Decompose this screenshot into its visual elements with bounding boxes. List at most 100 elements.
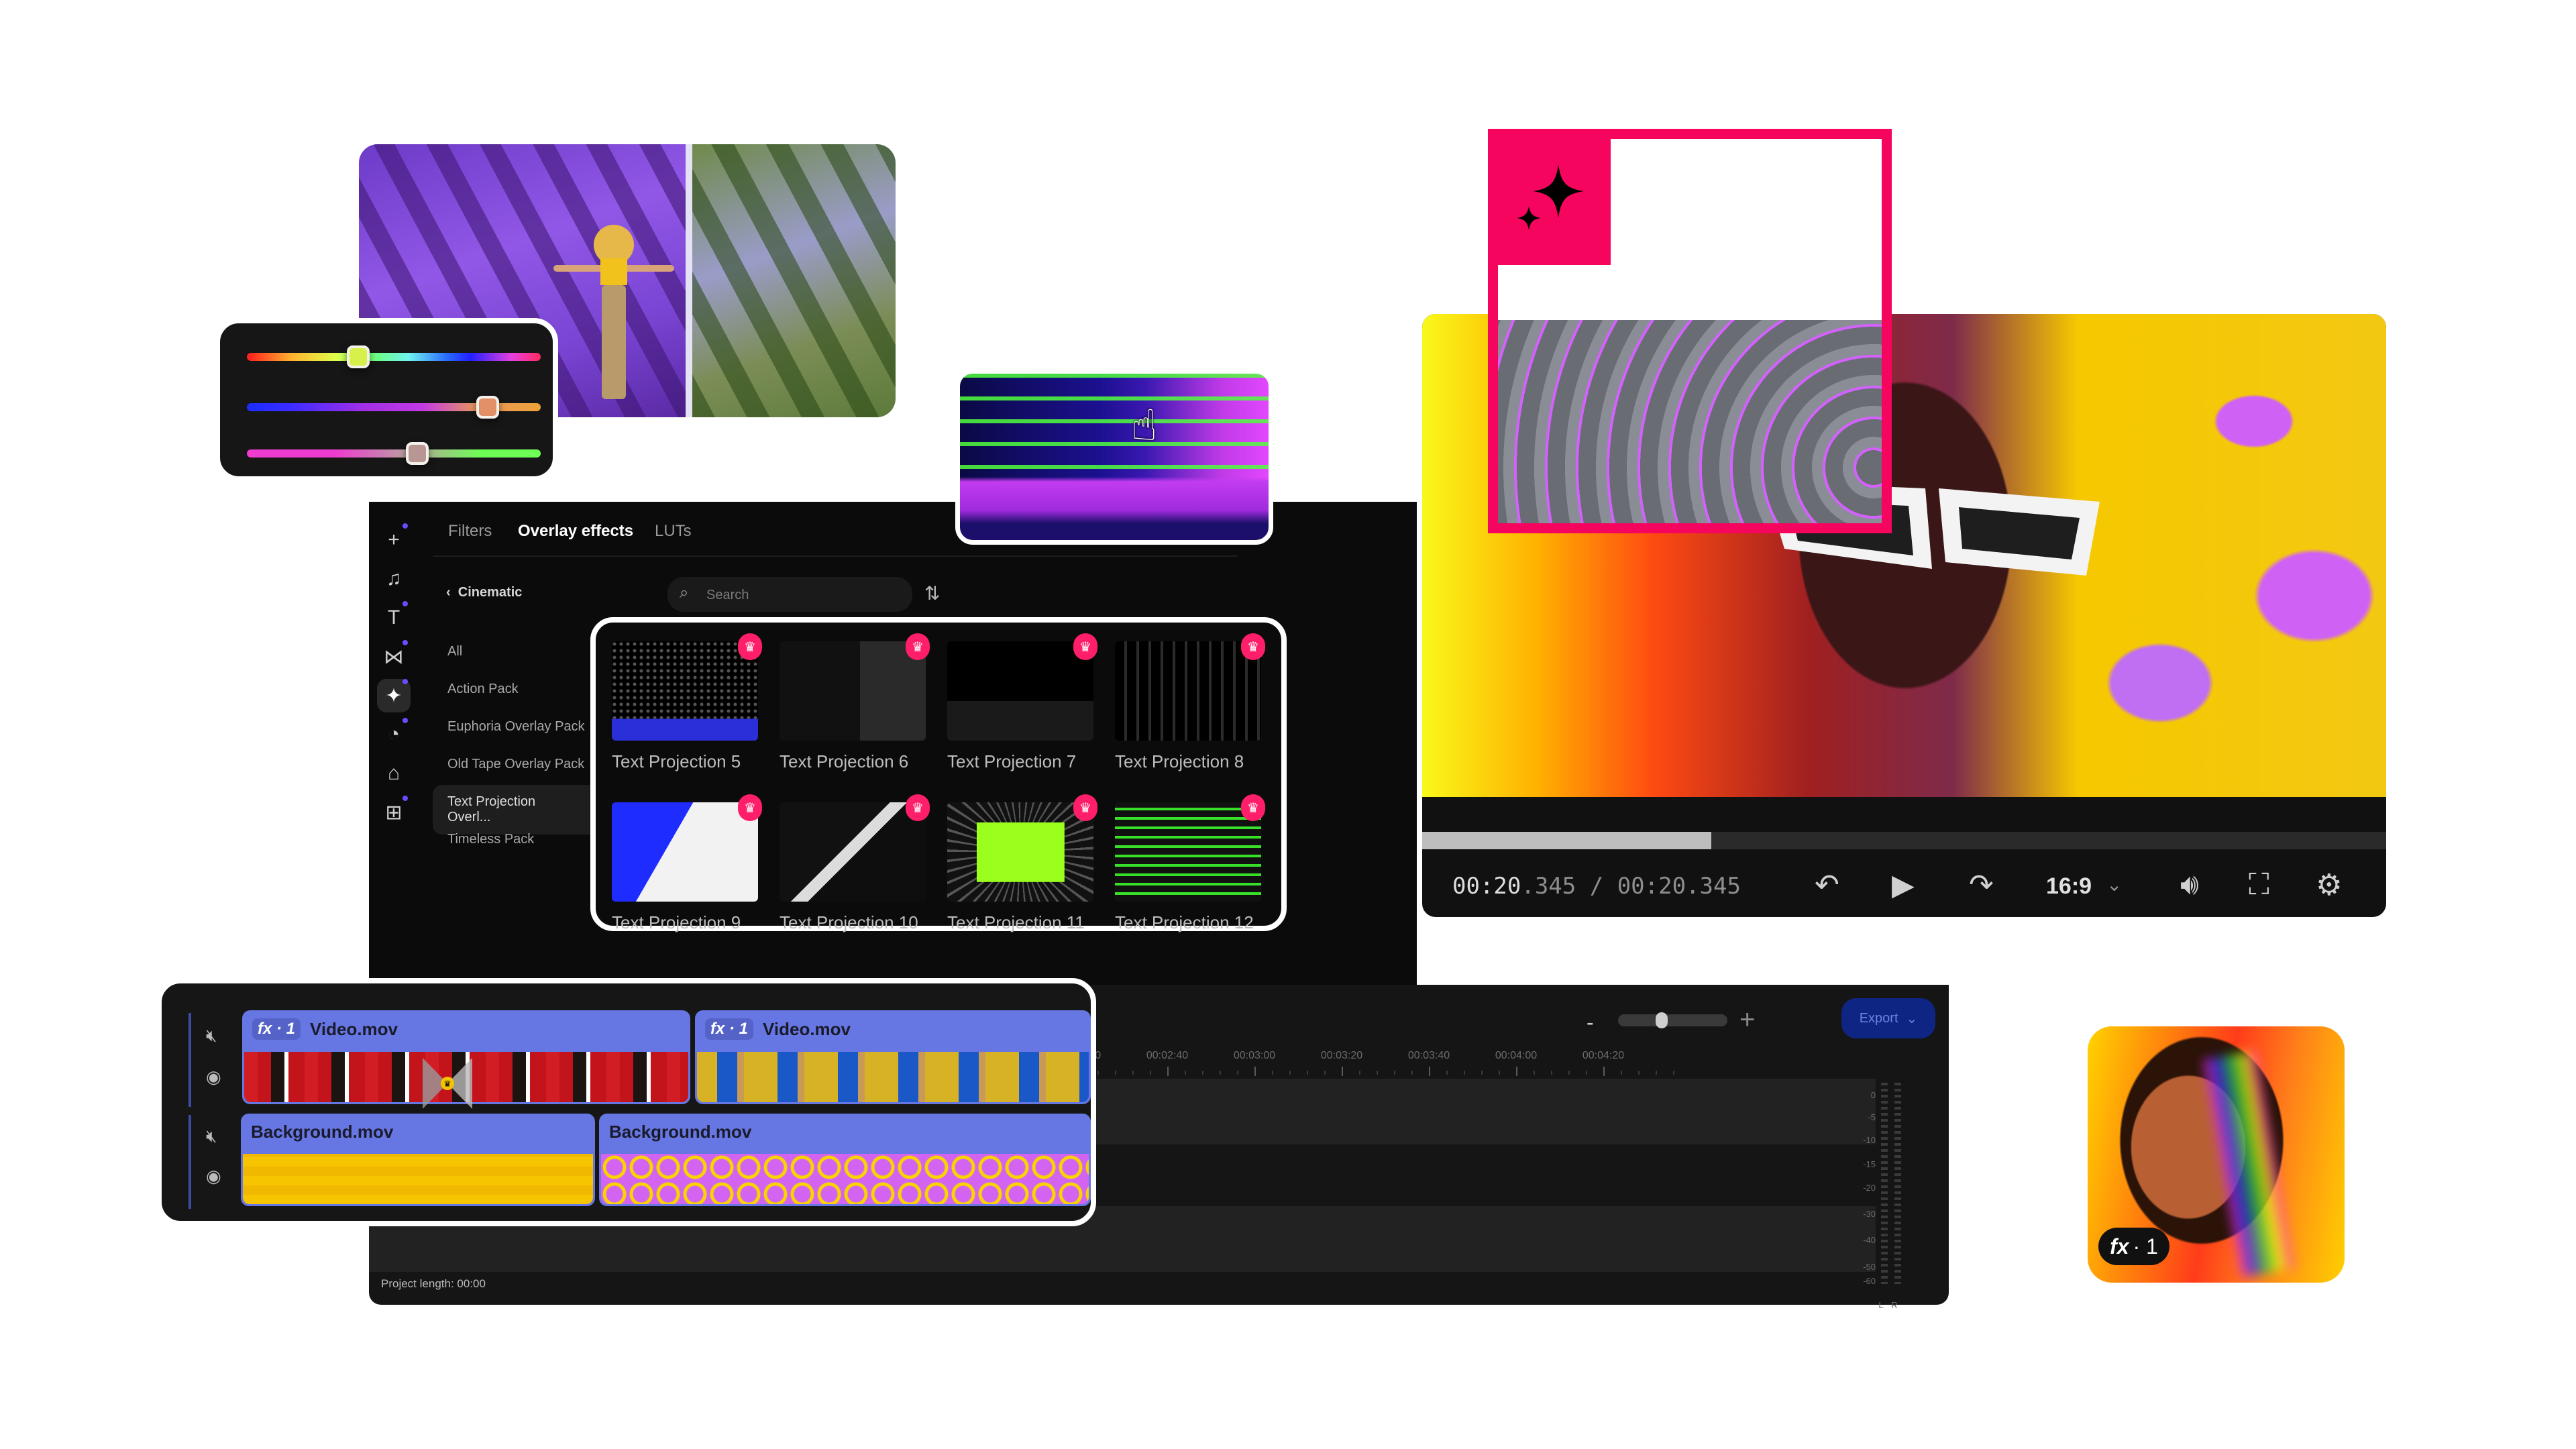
compare-divider[interactable] bbox=[686, 144, 692, 417]
rewind-1s-button[interactable]: ↶ bbox=[1815, 868, 1839, 902]
ruler-tick-minor bbox=[1568, 1071, 1570, 1075]
tab-filters[interactable]: Filters bbox=[448, 522, 492, 541]
category-item[interactable]: Action Pack bbox=[447, 682, 519, 697]
fx-preview-tile[interactable]: fx · 1 bbox=[2088, 1026, 2345, 1283]
notification-dot bbox=[402, 601, 408, 606]
glitch-effect-preview[interactable]: ☝ bbox=[955, 369, 1273, 545]
timeline-clip[interactable]: Background.mov bbox=[599, 1114, 1091, 1206]
settings-gear-icon[interactable]: ⚙ bbox=[2316, 868, 2342, 902]
effect-card[interactable]: ♛ Text Projection 12 bbox=[1115, 794, 1265, 933]
category-item[interactable]: Old Tape Overlay Pack bbox=[447, 757, 584, 772]
eye-icon[interactable]: ◉ bbox=[206, 1067, 221, 1087]
hue-slider[interactable] bbox=[247, 345, 541, 368]
aspect-ratio-select[interactable]: 16:9 bbox=[2046, 873, 2092, 900]
ruler-label: 00:04:00 bbox=[1495, 1050, 1538, 1061]
tool-text[interactable]: T bbox=[377, 601, 411, 635]
ruler-tick-minor bbox=[1237, 1071, 1238, 1075]
effect-card[interactable]: ♛ Text Projection 5 bbox=[612, 633, 762, 772]
ruler-tick-minor bbox=[1377, 1071, 1378, 1075]
meter-scale-label: -60 bbox=[1863, 1276, 1876, 1286]
mute-icon[interactable]: 🔇︎ bbox=[206, 1126, 217, 1147]
zoom-in-button[interactable]: + bbox=[1739, 1005, 1755, 1035]
effect-card[interactable]: ♛ Text Projection 9 bbox=[612, 794, 762, 933]
ruler-tick-minor bbox=[1132, 1071, 1134, 1075]
export-button[interactable]: Export ⌄ bbox=[1841, 998, 1935, 1038]
ruler-tick-major bbox=[1342, 1067, 1343, 1076]
ruler-tick-minor bbox=[1220, 1071, 1221, 1075]
tab-overlay-effects[interactable]: Overlay effects bbox=[518, 522, 633, 541]
ruler-tick-minor bbox=[1097, 1071, 1099, 1075]
meter-scale-label: -30 bbox=[1863, 1209, 1876, 1219]
effect-label: Text Projection 12 bbox=[1115, 912, 1254, 932]
clip-name: Background.mov bbox=[609, 1122, 752, 1142]
rainbow-streak bbox=[2202, 1050, 2295, 1278]
effect-label: Text Projection 6 bbox=[780, 751, 909, 771]
volume-icon[interactable]: 🔊︎ bbox=[2180, 868, 2199, 902]
tool-sticker[interactable]: ◔ bbox=[377, 718, 411, 751]
ruler-label: 00:03:00 bbox=[1233, 1050, 1276, 1061]
effect-card[interactable]: ♛ Text Projection 6 bbox=[780, 633, 930, 772]
ruler-tick-minor bbox=[1446, 1071, 1448, 1075]
effect-label: Text Projection 9 bbox=[612, 912, 741, 932]
search-field[interactable]: ⌕ Search bbox=[667, 577, 912, 612]
timeline-clip[interactable]: fx · 1 Video.mov bbox=[695, 1010, 1091, 1104]
clip-thumbnails bbox=[697, 1052, 1089, 1102]
category-title: Cinematic bbox=[458, 585, 523, 600]
eye-icon[interactable]: ◉ bbox=[206, 1166, 221, 1187]
play-button[interactable]: ▶ bbox=[1892, 868, 1915, 902]
premium-crown-icon: ♛ bbox=[1073, 794, 1097, 821]
timeline-clip[interactable]: Background.mov bbox=[241, 1114, 595, 1206]
mute-icon[interactable]: 🔇︎ bbox=[206, 1025, 217, 1046]
ruler-tick-minor bbox=[1534, 1071, 1535, 1075]
tool-music[interactable]: ♫ bbox=[377, 562, 411, 596]
export-label: Export bbox=[1859, 1010, 1898, 1026]
chevron-down-icon[interactable]: ⌄ bbox=[2106, 873, 2122, 896]
ruler-label: 00:04:20 bbox=[1582, 1050, 1625, 1061]
timeline-zoom-slider[interactable] bbox=[1618, 1012, 1727, 1028]
meter-scale-label: 0 bbox=[1870, 1090, 1876, 1100]
luminance-slider-thumb[interactable] bbox=[406, 442, 429, 465]
player-controls: 00:20.345 / 00:20.345 ↶ ▶ ↷ 16:9 ⌄ 🔊︎ ⛶ … bbox=[1422, 849, 2386, 917]
saturation-slider[interactable] bbox=[247, 396, 541, 419]
transition-marker[interactable]: ♛ bbox=[423, 1058, 472, 1109]
category-item[interactable]: Euphoria Overlay Pack bbox=[447, 719, 585, 735]
ruler-tick-minor bbox=[1307, 1071, 1308, 1075]
effect-card[interactable]: ♛ Text Projection 11 bbox=[947, 794, 1097, 933]
color-adjust-panel bbox=[215, 318, 558, 482]
tool-plus[interactable]: + bbox=[377, 523, 411, 557]
effect-card[interactable]: ♛ Text Projection 10 bbox=[780, 794, 930, 933]
forward-1s-button[interactable]: ↷ bbox=[1969, 868, 1994, 902]
notification-dot bbox=[402, 523, 408, 529]
music-icon: ♫ bbox=[386, 568, 402, 590]
ruler-tick-minor bbox=[1359, 1071, 1360, 1075]
category-item[interactable]: Timeless Pack bbox=[447, 832, 534, 847]
track-controls: 🔇︎ ◉ bbox=[189, 1013, 239, 1107]
sort-icon[interactable]: ⇅ bbox=[924, 582, 940, 604]
effect-thumbnail bbox=[947, 802, 1093, 902]
tool-widgets[interactable]: ⊞ bbox=[377, 796, 411, 829]
tool-transition[interactable]: ⋈ bbox=[377, 640, 411, 674]
category-item[interactable]: Text Projection Overl... bbox=[433, 785, 590, 835]
tab-luts[interactable]: LUTs bbox=[655, 522, 692, 541]
ruler-tick-minor bbox=[1202, 1071, 1203, 1075]
tool-add-media[interactable]: ⌂ bbox=[377, 757, 411, 790]
clip-title: fx · 1 Video.mov bbox=[705, 1018, 851, 1040]
luminance-slider[interactable] bbox=[247, 442, 541, 465]
hue-slider-thumb[interactable] bbox=[347, 345, 370, 368]
back-to-cinematic[interactable]: ‹ Cinematic bbox=[446, 585, 522, 600]
effect-card[interactable]: ♛ Text Projection 7 bbox=[947, 633, 1097, 772]
timeline-zoom-thumb[interactable] bbox=[1656, 1012, 1668, 1028]
zoom-out-button[interactable]: - bbox=[1587, 1010, 1594, 1035]
fx-count: 1 bbox=[2146, 1234, 2158, 1258]
category-item[interactable]: All bbox=[447, 644, 462, 659]
ruler-tick-minor bbox=[1394, 1071, 1395, 1075]
saturation-slider-thumb[interactable] bbox=[476, 396, 500, 419]
fullscreen-icon[interactable]: ⛶ bbox=[2249, 868, 2269, 902]
effect-thumbnail bbox=[612, 641, 758, 741]
tool-effects[interactable]: ✦ bbox=[377, 679, 411, 712]
hand-cursor-icon: ☝ bbox=[1131, 401, 1157, 449]
stripe-effect-area bbox=[1498, 320, 1882, 523]
playback-progress-bar[interactable] bbox=[1422, 832, 2386, 849]
effect-card[interactable]: ♛ Text Projection 8 bbox=[1115, 633, 1265, 772]
ruler-tick-major bbox=[1254, 1067, 1256, 1076]
